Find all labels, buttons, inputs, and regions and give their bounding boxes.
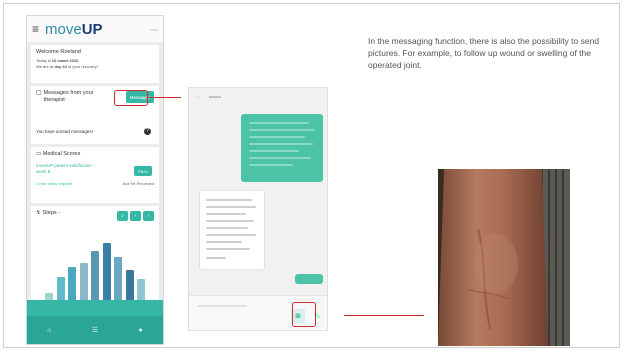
moveup-app-screen: ≡ moveUP ▭▭ Welcome Roeland Today is 16 … — [26, 15, 164, 345]
video-request-link[interactable]: 1 new video request — [36, 181, 72, 186]
message-icon: ▢ — [36, 90, 42, 96]
chat-screen: ← ▬▬ ◙ ✎ — [188, 87, 328, 331]
camera-highlight — [292, 302, 316, 327]
back-icon[interactable]: ← — [195, 94, 201, 100]
hamburger-icon[interactable]: ≡ — [32, 23, 39, 35]
feature-description: In the messaging function, there is also… — [368, 36, 600, 70]
messages-title: Messages from your therapist — [43, 90, 94, 103]
video-status: Not Yet Recorded — [122, 181, 154, 186]
medical-scores-card: ▭ Medical Scores moveUP patient satisfac… — [31, 147, 159, 203]
zoom-icon[interactable]: ⌕ — [117, 211, 128, 221]
home-icon[interactable]: ⌂ — [47, 327, 51, 334]
sent-message-bubble — [241, 114, 323, 182]
next-icon[interactable]: › — [143, 211, 154, 221]
steps-card: ↯ Steps - ⌕ ‹ › — [31, 206, 159, 314]
wound-photo — [438, 169, 570, 346]
profile-icon[interactable]: ● — [139, 327, 143, 334]
messages-highlight — [114, 90, 148, 106]
satisfaction-survey-link[interactable]: moveUP patient satisfaction - week 6 — [36, 163, 106, 175]
status-icons: ▭▭ — [150, 26, 158, 32]
scores-title: Medical Scores — [42, 151, 81, 157]
bottom-navigation: ⌂ ☰ ● — [27, 316, 163, 344]
welcome-title: Welcome Roeland — [36, 49, 81, 55]
steps-bar — [91, 251, 99, 306]
unread-badge: ? — [144, 128, 151, 135]
steps-icon: ↯ — [36, 210, 41, 216]
footer-banner — [27, 300, 163, 316]
connector-line-messages — [148, 97, 181, 98]
chat-title-placeholder: ▬▬ — [209, 94, 221, 100]
steps-toolbar: ⌕ ‹ › — [117, 211, 154, 221]
recovery-day-line: We are at day 44 of your recovery! — [36, 64, 98, 69]
welcome-card: Welcome Roeland Today is 16 maart 2020. … — [31, 45, 159, 83]
app-header: ≡ moveUP ▭▭ — [27, 16, 163, 42]
sent-short-bubble — [295, 274, 323, 284]
fill-in-button[interactable]: Fill in — [134, 166, 152, 176]
folder-icon: ▭ — [36, 151, 43, 157]
connector-line-photo — [344, 315, 424, 316]
previous-icon[interactable]: ‹ — [130, 211, 141, 221]
list-icon[interactable]: ☰ — [92, 326, 98, 334]
received-message-bubble — [199, 190, 265, 270]
steps-bar — [114, 257, 122, 306]
unread-messages-text: You have unread messages! — [36, 129, 93, 134]
app-logo: moveUP — [45, 20, 103, 38]
steps-bar-chart — [45, 236, 149, 306]
steps-title: Steps - — [42, 210, 61, 216]
steps-bar — [102, 243, 111, 306]
chat-header: ← ▬▬ — [189, 88, 327, 106]
